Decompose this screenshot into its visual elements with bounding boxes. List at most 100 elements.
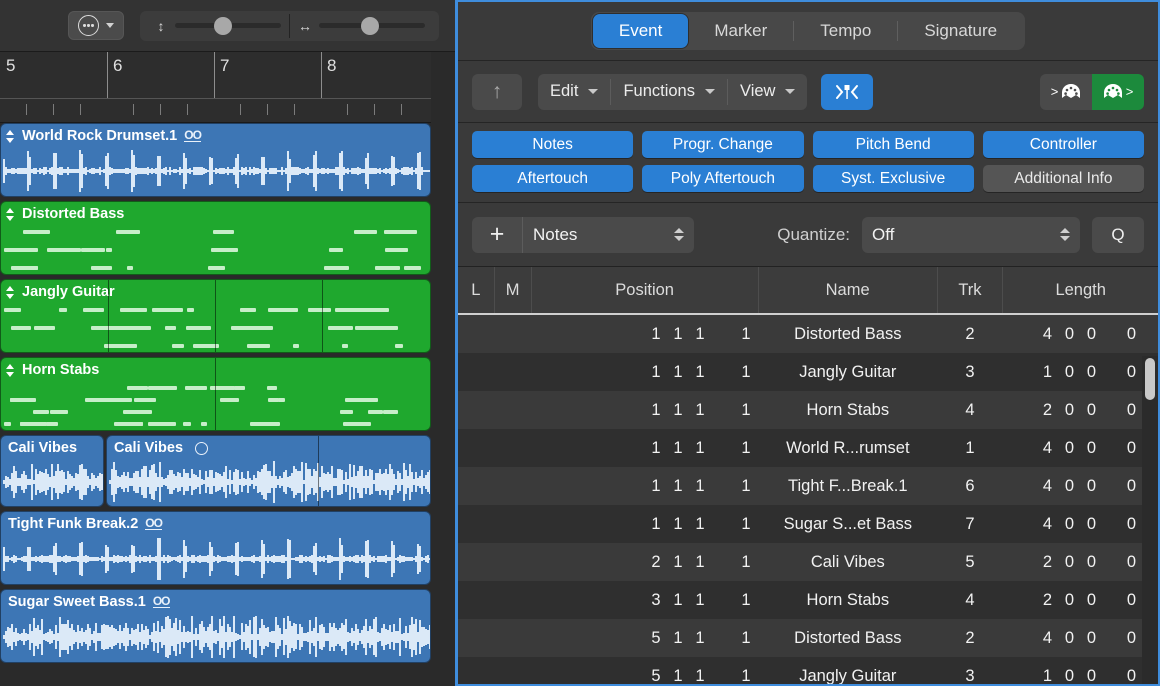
cell-position[interactable]: 1111 — [458, 429, 759, 467]
mode-menu-button[interactable] — [68, 11, 124, 40]
column-header-position[interactable]: Position — [532, 267, 759, 313]
filter-notes[interactable]: Notes — [472, 131, 633, 158]
cell-trk[interactable]: 4 — [937, 581, 1003, 619]
midi-note — [208, 266, 225, 270]
region-sugar-sweet-bass[interactable]: Sugar Sweet Bass.1 OO — [0, 589, 431, 663]
cell-position[interactable]: 3111 — [458, 581, 759, 619]
tab-tempo[interactable]: Tempo — [794, 14, 897, 48]
cell-trk[interactable]: 5 — [937, 543, 1003, 581]
cell-length[interactable]: 4000 — [1003, 429, 1158, 467]
region-cali-vibes-1[interactable]: Cali Vibes — [0, 435, 104, 507]
cell-position[interactable]: 1111 — [458, 467, 759, 505]
cell-trk[interactable]: 2 — [937, 315, 1003, 353]
cell-length[interactable]: 1000 — [1003, 353, 1158, 391]
waveform-bar — [101, 474, 103, 490]
cell-name[interactable]: Jangly Guitar — [759, 657, 938, 686]
cell-name[interactable]: World R...rumset — [759, 429, 938, 467]
region-horn-stabs[interactable]: Horn Stabs — [0, 357, 431, 431]
tab-marker[interactable]: Marker — [688, 14, 793, 48]
filter-pitch-bend[interactable]: Pitch Bend — [813, 131, 974, 158]
cell-length[interactable]: 4000 — [1003, 467, 1158, 505]
cell-length[interactable]: 4000 — [1003, 505, 1158, 543]
bar-ruler[interactable]: 5 6 7 8 — [0, 52, 455, 123]
horizontal-zoom-knob[interactable] — [361, 17, 379, 35]
cell-trk[interactable]: 1 — [937, 429, 1003, 467]
cell-position[interactable]: 1111 — [458, 315, 759, 353]
table-row[interactable]: 1111Tight F...Break.164000 — [458, 467, 1158, 505]
table-row[interactable]: 5111Jangly Guitar31000 — [458, 657, 1158, 686]
catch-playhead-button[interactable] — [821, 74, 873, 110]
filter-progr-change[interactable]: Progr. Change — [642, 131, 803, 158]
cell-trk[interactable]: 7 — [937, 505, 1003, 543]
cell-position[interactable]: 1111 — [458, 505, 759, 543]
tab-event[interactable]: Event — [593, 14, 688, 48]
view-menu[interactable]: View — [728, 74, 807, 110]
table-row[interactable]: 5111Distorted Bass24000 — [458, 619, 1158, 657]
vertical-zoom-slider[interactable] — [175, 23, 281, 28]
column-header-trk[interactable]: Trk — [938, 267, 1004, 313]
cell-trk[interactable]: 4 — [937, 391, 1003, 429]
region-world-rock-drumset[interactable]: World Rock Drumset.1 OO — [0, 123, 431, 197]
cell-length[interactable]: 2000 — [1003, 391, 1158, 429]
stepper-arrows-icon[interactable] — [1060, 228, 1070, 241]
cell-position[interactable]: 5111 — [458, 657, 759, 686]
midi-in-button[interactable]: > — [1040, 74, 1092, 110]
cell-position[interactable]: 1111 — [458, 391, 759, 429]
region-jangly-guitar[interactable]: Jangly Guitar — [0, 279, 431, 353]
cell-trk[interactable]: 3 — [937, 353, 1003, 391]
cell-length[interactable]: 2000 — [1003, 581, 1158, 619]
cell-name[interactable]: Sugar S...et Bass — [759, 505, 938, 543]
add-event-button[interactable]: + — [472, 217, 522, 253]
tab-signature[interactable]: Signature — [898, 14, 1023, 48]
table-row[interactable]: 3111Horn Stabs42000 — [458, 581, 1158, 619]
cell-trk[interactable]: 3 — [937, 657, 1003, 686]
horizontal-zoom-slider[interactable] — [319, 23, 425, 28]
cell-name[interactable]: Horn Stabs — [759, 391, 938, 429]
cell-length[interactable]: 4000 — [1003, 619, 1158, 657]
cell-name[interactable]: Distorted Bass — [759, 315, 938, 353]
cell-name[interactable]: Distorted Bass — [759, 619, 938, 657]
cell-name[interactable]: Jangly Guitar — [759, 353, 938, 391]
midi-out-button[interactable]: > — [1092, 74, 1144, 110]
cell-name[interactable]: Cali Vibes — [759, 543, 938, 581]
cell-position[interactable]: 5111 — [458, 619, 759, 657]
edit-menu[interactable]: Edit — [538, 74, 610, 110]
table-row[interactable]: 1111Sugar S...et Bass74000 — [458, 505, 1158, 543]
column-header-l[interactable]: L — [458, 267, 495, 313]
filter-controller[interactable]: Controller — [983, 131, 1144, 158]
event-type-stepper[interactable]: Notes — [522, 217, 694, 253]
functions-menu[interactable]: Functions — [611, 74, 727, 110]
column-header-length[interactable]: Length — [1003, 267, 1158, 313]
cell-length[interactable]: 2000 — [1003, 543, 1158, 581]
cell-position[interactable]: 2111 — [458, 543, 759, 581]
quantize-apply-button[interactable]: Q — [1092, 217, 1144, 253]
table-row[interactable]: 1111Horn Stabs42000 — [458, 391, 1158, 429]
column-header-name[interactable]: Name — [759, 267, 938, 313]
go-up-button[interactable]: ↑ — [472, 74, 522, 110]
table-row[interactable]: 1111Jangly Guitar31000 — [458, 353, 1158, 391]
cell-length[interactable]: 4000 — [1003, 315, 1158, 353]
scrollbar-thumb[interactable] — [1145, 358, 1155, 400]
region-tight-funk-break[interactable]: Tight Funk Break.2 OO — [0, 511, 431, 585]
table-row[interactable]: 1111World R...rumset14000 — [458, 429, 1158, 467]
cell-length[interactable]: 1000 — [1003, 657, 1158, 686]
vertical-zoom-knob[interactable] — [214, 17, 232, 35]
region-cali-vibes-2[interactable]: Cali Vibes — [106, 435, 431, 507]
cell-name[interactable]: Horn Stabs — [759, 581, 938, 619]
cell-position[interactable]: 1111 — [458, 353, 759, 391]
event-list-scrollbar[interactable] — [1142, 356, 1158, 684]
filter-poly-aftertouch[interactable]: Poly Aftertouch — [642, 165, 803, 192]
cell-name[interactable]: Tight F...Break.1 — [759, 467, 938, 505]
tab-segmented-control: Event Marker Tempo Signature — [591, 12, 1025, 50]
stepper-arrows-icon[interactable] — [674, 228, 684, 241]
filter-syst-exclusive[interactable]: Syst. Exclusive — [813, 165, 974, 192]
region-distorted-bass[interactable]: Distorted Bass — [0, 201, 431, 275]
table-row[interactable]: 2111Cali Vibes52000 — [458, 543, 1158, 581]
cell-trk[interactable]: 2 — [937, 619, 1003, 657]
table-row[interactable]: 1111Distorted Bass24000 — [458, 315, 1158, 353]
column-header-m[interactable]: M — [495, 267, 532, 313]
quantize-stepper[interactable]: Off — [862, 217, 1080, 253]
filter-additional-info[interactable]: Additional Info — [983, 165, 1144, 192]
filter-aftertouch[interactable]: Aftertouch — [472, 165, 633, 192]
cell-trk[interactable]: 6 — [937, 467, 1003, 505]
